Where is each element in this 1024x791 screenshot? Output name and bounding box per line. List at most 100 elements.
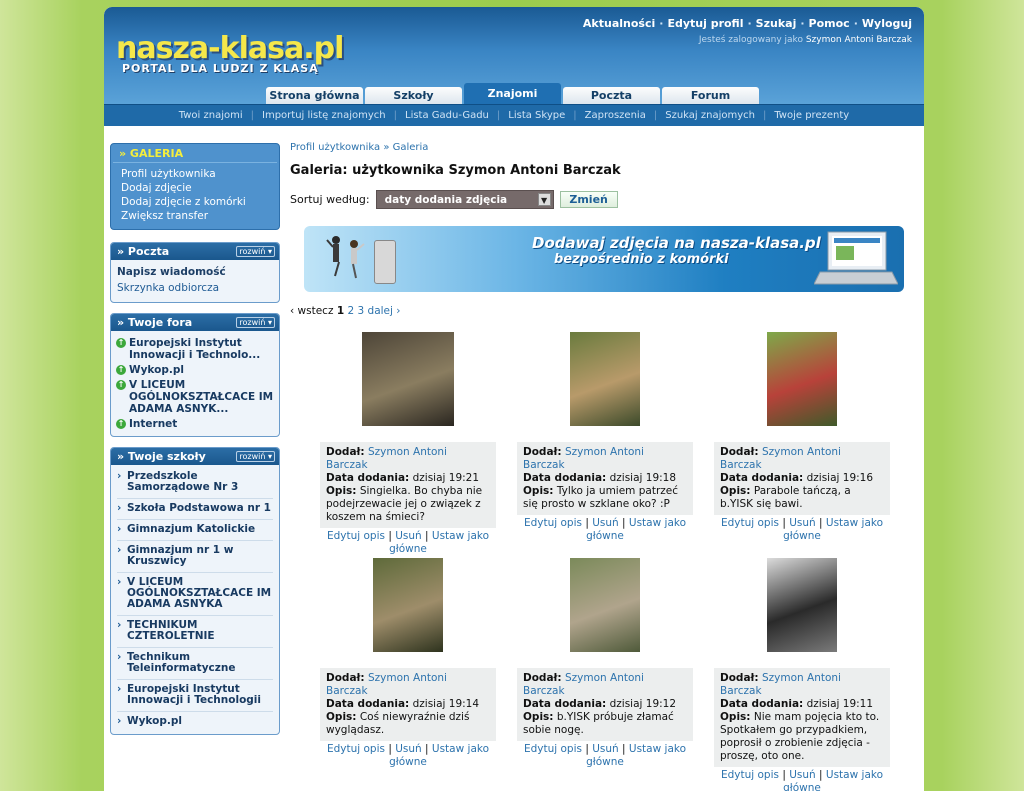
subnav-link[interactable]: Twoi znajomi: [171, 110, 251, 121]
top-nav-link[interactable]: Edytuj profil: [667, 17, 743, 30]
school-item[interactable]: › Przedszkole Samorządowe Nr 3: [117, 467, 273, 499]
subnav-link[interactable]: Twoje prezenty: [766, 110, 857, 121]
school-item[interactable]: › Wykop.pl: [117, 712, 273, 732]
edit-description-link[interactable]: Edytuj opis: [721, 517, 779, 529]
forum-item[interactable]: ↑ Internet: [116, 418, 274, 430]
schools-expand-button[interactable]: rozwiń ▾: [236, 451, 275, 462]
subnav-link[interactable]: Importuj listę znajomych: [254, 110, 394, 121]
arrow-up-icon: ↑: [116, 365, 126, 375]
delete-photo-link[interactable]: Usuń: [395, 530, 421, 542]
photo-thumbnail[interactable]: [767, 558, 837, 652]
pager-page-3[interactable]: 3: [358, 305, 365, 317]
delete-photo-link[interactable]: Usuń: [592, 517, 618, 529]
edit-description-link[interactable]: Edytuj opis: [327, 743, 385, 755]
mail-link-inbox[interactable]: Skrzynka odbiorcza: [117, 280, 273, 296]
change-sort-button[interactable]: Zmień: [559, 191, 618, 208]
edit-description-link[interactable]: Edytuj opis: [721, 769, 779, 781]
school-item[interactable]: › Technikum Teleinformatyczne: [117, 648, 273, 680]
logged-in-prefix: Jesteś zalogowany jako: [698, 35, 803, 45]
school-item[interactable]: › V LICEUM OGÓLNOKSZTAŁCACE IM ADAMA ASNY…: [117, 573, 273, 616]
school-item[interactable]: › Europejski Instytut Innowacji i Technol…: [117, 680, 273, 712]
tab-4[interactable]: Poczta: [563, 87, 660, 104]
top-navigation: Aktualności · Edytuj profil · Szukaj · Pomoc · W…: [583, 17, 912, 30]
top-nav-link[interactable]: Pomoc: [809, 17, 850, 30]
subnav-link[interactable]: Szukaj znajomych: [657, 110, 763, 121]
gallery-link[interactable]: Dodaj zdjęcie z komórki: [111, 195, 279, 209]
school-item[interactable]: › Gimnazjum Katolickie: [117, 520, 273, 541]
forum-item[interactable]: ↑ Wykop.pl: [116, 364, 274, 376]
photo-date-label: Data dodania:: [326, 698, 410, 710]
school-item-label: Przedszkole Samorządowe Nr 3: [127, 470, 239, 493]
sort-label: Sortuj według:: [290, 193, 370, 206]
tab-5[interactable]: Forum: [662, 87, 759, 104]
top-nav-link[interactable]: Szukaj: [756, 17, 797, 30]
logged-in-username[interactable]: Szymon Antoni Barczak: [806, 35, 912, 45]
photo-author-label: Dodał:: [326, 446, 365, 458]
breadcrumb[interactable]: Profil użytkownika » Galeria: [290, 142, 910, 153]
schools-box: » Twoje szkoły rozwiń ▾ › Przedszkole Samo…: [110, 447, 280, 735]
chevron-right-icon: ›: [117, 651, 122, 663]
school-item-label: Technikum Teleinformatyczne: [127, 651, 236, 674]
mobile-upload-banner[interactable]: Dodawaj zdjęcia na nasza-klasa.pl bezpoś…: [304, 226, 904, 292]
chevron-right-icon: ›: [117, 715, 122, 727]
edit-description-link[interactable]: Edytuj opis: [327, 530, 385, 542]
photo-thumbnail[interactable]: [570, 332, 640, 426]
banner-line-2: bezpośrednio z komórki: [554, 252, 729, 267]
photo-thumbnail[interactable]: [570, 558, 640, 652]
forums-expand-button[interactable]: rozwiń ▾: [236, 317, 275, 328]
delete-photo-link[interactable]: Usuń: [592, 743, 618, 755]
tab-2[interactable]: Szkoły: [365, 87, 462, 104]
photo-date: dzisiaj 19:12: [609, 698, 677, 710]
gallery-link[interactable]: Profil użytkownika: [111, 167, 279, 181]
top-nav-link[interactable]: Wyloguj: [862, 17, 912, 30]
action-separator: |: [618, 517, 629, 529]
photo-thumbnail[interactable]: [373, 558, 443, 652]
pager-page-2[interactable]: 2: [347, 305, 354, 317]
edit-description-link[interactable]: Edytuj opis: [524, 517, 582, 529]
arrow-up-icon: ↑: [116, 380, 126, 390]
subnav-link[interactable]: Lista Gadu-Gadu: [397, 110, 497, 121]
delete-photo-link[interactable]: Usuń: [789, 517, 815, 529]
gallery-link[interactable]: Dodaj zdjęcie: [111, 181, 279, 195]
top-nav-separator: ·: [659, 17, 664, 30]
mail-link-write[interactable]: Napisz wiadomość: [117, 264, 273, 280]
school-item-label: Europejski Instytut Innowacji i Technolo…: [127, 683, 261, 706]
mail-box-title: » Poczta: [117, 245, 170, 258]
photo-info: Dodał: Szymon Antoni Barczak Data dodania…: [714, 442, 890, 515]
forum-item-label: Europejski Instytut Innowacji i Technolo…: [129, 337, 261, 361]
school-item[interactable]: › TECHNIKUM CZTEROLETNIE: [117, 616, 273, 648]
phone-icon: [374, 240, 396, 284]
site-logo[interactable]: nasza-klasa.pl: [116, 31, 344, 66]
photo-actions: Edytuj opis | Usuń | Ustaw jako główne: [320, 743, 496, 769]
sort-select[interactable]: daty dodania zdjęcia ▼: [375, 190, 554, 209]
chevron-down-icon[interactable]: ▼: [537, 193, 551, 206]
pager-next[interactable]: dalej ›: [368, 305, 401, 317]
school-item[interactable]: › Gimnazjum nr 1 w Kruszwicy: [117, 541, 273, 573]
tab-3[interactable]: Znajomi: [464, 83, 561, 104]
school-item[interactable]: › Szkoła Podstawowa nr 1: [117, 499, 273, 520]
photo-actions: Edytuj opis | Usuń | Ustaw jako główne: [517, 743, 693, 769]
photo-date: dzisiaj 19:18: [609, 472, 677, 484]
subnav-link[interactable]: Zaproszenia: [577, 110, 654, 121]
photo-info: Dodał: Szymon Antoni Barczak Data dodania…: [320, 442, 496, 528]
subnav-link[interactable]: Lista Skype: [500, 110, 573, 121]
gallery-link[interactable]: Zwiększ transfer: [111, 209, 279, 223]
photo-date-row: Data dodania: dzisiaj 19:14: [326, 698, 490, 711]
arrow-up-icon: ↑: [116, 419, 126, 429]
forum-item[interactable]: ↑ V LICEUM OGÓLNOKSZTAŁCACE IM ADAMA ASNY…: [116, 379, 274, 415]
photo-thumbnail[interactable]: [767, 332, 837, 426]
mail-expand-button[interactable]: rozwiń ▾: [236, 246, 275, 257]
tab-1[interactable]: Strona główna: [266, 87, 363, 104]
photo-thumbnail[interactable]: [362, 332, 454, 426]
forum-item[interactable]: ↑ Europejski Instytut Innowacji i Technol…: [116, 337, 274, 361]
photo-date: dzisiaj 19:11: [806, 698, 874, 710]
photo-info: Dodał: Szymon Antoni Barczak Data dodania…: [517, 442, 693, 515]
top-nav-link[interactable]: Aktualności: [583, 17, 655, 30]
photo-info: Dodał: Szymon Antoni Barczak Data dodania…: [320, 668, 496, 741]
delete-photo-link[interactable]: Usuń: [789, 769, 815, 781]
edit-description-link[interactable]: Edytuj opis: [524, 743, 582, 755]
delete-photo-link[interactable]: Usuń: [395, 743, 421, 755]
photo-desc-row: Opis: Parabole tańczą, a b.YISK się bawi…: [720, 485, 884, 511]
pager-prev[interactable]: ‹ wstecz: [290, 305, 333, 317]
action-separator: |: [421, 743, 432, 755]
